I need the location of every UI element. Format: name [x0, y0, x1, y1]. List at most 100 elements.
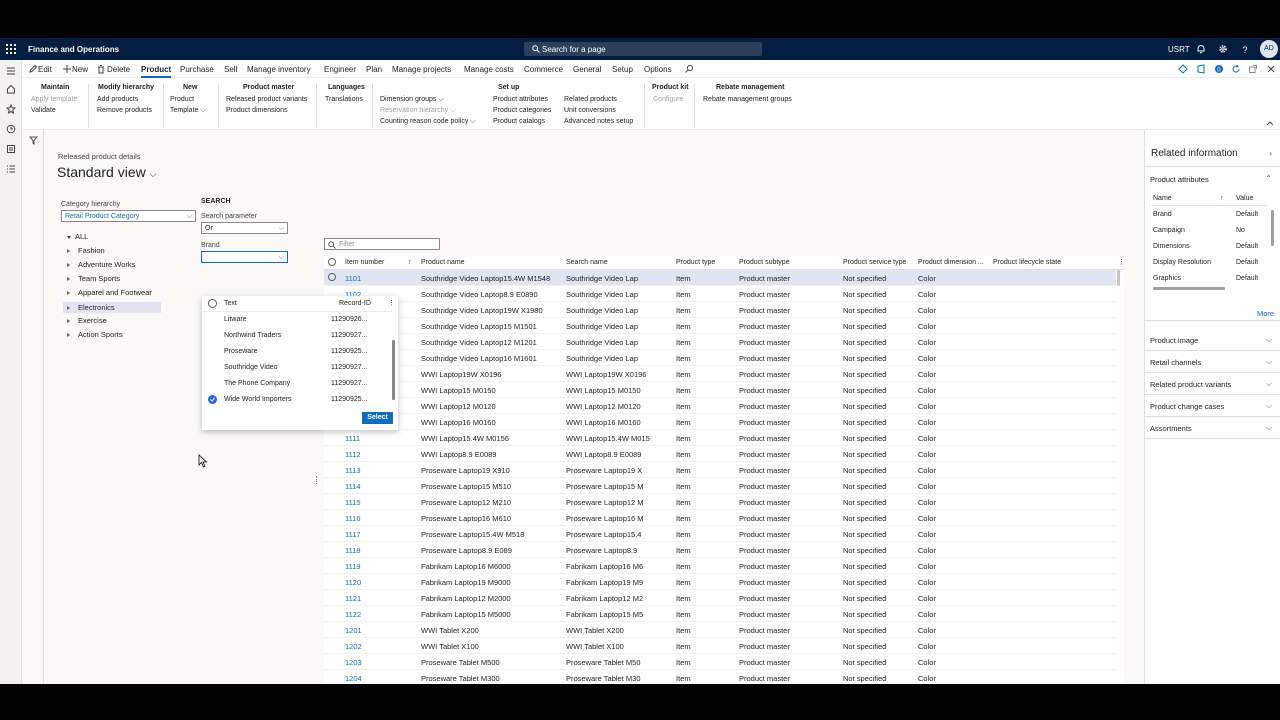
product-catalogs-button[interactable]: Product catalogs: [493, 118, 545, 125]
apply-template-button[interactable]: Apply template: [31, 96, 77, 103]
translations-button[interactable]: Translations: [325, 96, 363, 103]
factbox-related-product-variants[interactable]: Related product variants: [1150, 380, 1231, 389]
table-row[interactable]: 1108WWI Laptop15 M0150WWI Laptop15 M0150…: [324, 382, 1116, 398]
tab-purchase[interactable]: Purchase: [180, 65, 214, 74]
reservation-hierarchy-button[interactable]: Reservation hierarchy ⌵: [380, 107, 455, 115]
more-options-icon[interactable]: ⋮: [388, 299, 395, 307]
bell-icon[interactable]: [1196, 44, 1206, 54]
chevron-down-icon[interactable]: ⌵: [1266, 357, 1272, 367]
released-product-variants-button[interactable]: Released product variants: [226, 96, 307, 103]
validate-button[interactable]: Validate: [31, 107, 56, 114]
workspace-icon[interactable]: [6, 144, 16, 154]
related-products-button[interactable]: Related products: [564, 96, 617, 103]
attr-column-name[interactable]: Name: [1153, 195, 1172, 202]
page-search-box[interactable]: Search for a page: [524, 42, 762, 56]
item-number-cell[interactable]: 1204: [345, 674, 362, 683]
item-number-cell[interactable]: 1113: [345, 466, 361, 475]
tree-node-apparel-and-footwear[interactable]: Apparel and Footwear: [67, 288, 152, 297]
close-icon[interactable]: [1266, 64, 1276, 74]
chevron-down-icon[interactable]: ⌵: [1266, 401, 1272, 411]
lookup-row[interactable]: Northwind Traders 11290927...: [202, 328, 392, 344]
search-icon[interactable]: [684, 64, 694, 74]
select-all-radio[interactable]: [328, 258, 336, 266]
product-attributes-button[interactable]: Product attributes: [493, 96, 548, 103]
configure-button[interactable]: Configure: [653, 96, 683, 103]
delete-button[interactable]: Delete: [107, 65, 130, 74]
office-icon[interactable]: [1196, 64, 1206, 74]
tab-engineer[interactable]: Engineer: [324, 65, 356, 74]
column-header-record-id[interactable]: Record-ID: [339, 300, 371, 307]
item-number-cell[interactable]: 1111: [345, 434, 360, 443]
chevron-down-icon[interactable]: ⌵: [1266, 335, 1272, 345]
tab-setup[interactable]: Setup: [612, 65, 633, 74]
chevron-right-icon[interactable]: ›: [1269, 149, 1272, 158]
lookup-row[interactable]: Proseware 11290925...: [202, 344, 392, 360]
factbox-product-image[interactable]: Product image: [1150, 336, 1198, 345]
new-template-button[interactable]: Template ⌵: [170, 107, 206, 115]
table-row[interactable]: 1203 Proseware Tablet M500 Proseware Table…: [324, 654, 1116, 670]
new-product-button[interactable]: Product: [170, 96, 194, 103]
product-categories-button[interactable]: Product categories: [493, 107, 551, 114]
scrollbar[interactable]: [1153, 287, 1225, 290]
item-number-cell[interactable]: 1120: [345, 578, 361, 587]
table-row[interactable]: 1114 Proseware Laptop15 M510 Proseware Lap…: [324, 478, 1116, 494]
factbox-assortments[interactable]: Assortments: [1150, 424, 1192, 433]
table-row[interactable]: 1105Southridge Video Laptop12 M1201South…: [324, 334, 1116, 350]
table-row[interactable]: 1111 WWI Laptop15.4W M0156 WWI Laptop15.4W…: [324, 430, 1116, 446]
badge-icon[interactable]: 0: [1214, 64, 1224, 74]
select-all-radio[interactable]: [208, 299, 217, 308]
tab-manage-inventory[interactable]: Manage inventory: [247, 65, 311, 74]
item-number-cell[interactable]: 1203: [345, 658, 362, 667]
table-row[interactable]: 1104Southridge Video Laptop15 M1501South…: [324, 318, 1116, 334]
app-title[interactable]: Finance and Operations: [28, 45, 119, 54]
attr-column-value[interactable]: Value: [1236, 195, 1253, 202]
edit-button[interactable]: Edit: [38, 65, 52, 74]
star-icon[interactable]: [6, 104, 16, 114]
table-row-selected[interactable]: 1101 Southridge Video Laptop15.4W M1548 So…: [324, 270, 1116, 286]
tab-commerce[interactable]: Commerce: [524, 65, 563, 74]
item-number-cell[interactable]: 1121: [345, 594, 361, 603]
table-row[interactable]: 1202 WWI Tablet X100 WWI Tablet X100 Item Pr…: [324, 638, 1116, 654]
diamond-icon[interactable]: [1178, 64, 1188, 74]
item-number-cell[interactable]: 1115: [345, 498, 361, 507]
table-row[interactable]: 1121 Fabrikam Laptop12 M2000 Fabrikam Lapt…: [324, 590, 1116, 606]
refresh-icon[interactable]: [1231, 64, 1241, 74]
table-row[interactable]: 1102 Southridge Video Laptop8.9 E0890 Sout…: [324, 286, 1116, 302]
product-attributes-header[interactable]: Product attributes: [1150, 175, 1209, 184]
app-launcher-icon[interactable]: [6, 44, 16, 54]
table-row[interactable]: 1109WWI Laptop12 M0120WWI Laptop12 M0120…: [324, 398, 1116, 414]
tab-plan[interactable]: Plan: [366, 65, 382, 74]
table-row[interactable]: 1107WWI Laptop19W X0196WWI Laptop19W X01…: [324, 366, 1116, 382]
tab-sell[interactable]: Sell: [224, 65, 237, 74]
view-selector[interactable]: Standard view ⌵: [57, 164, 156, 180]
factbox-retail-channels[interactable]: Retail channels: [1150, 358, 1201, 367]
lookup-row[interactable]: The Phone Company 11290927...: [202, 376, 392, 392]
table-row[interactable]: 1116 Proseware Laptop16 M610 Proseware Lap…: [324, 510, 1116, 526]
tab-manage-projects[interactable]: Manage projects: [392, 65, 451, 74]
brand-select[interactable]: ⌵: [201, 251, 288, 263]
table-row[interactable]: 1112 WWI Laptop8.9 E0089 WWI Laptop8.9 E00…: [324, 446, 1116, 462]
lookup-row[interactable]: Southridge Video 11290927...: [202, 360, 392, 376]
advanced-notes-setup-button[interactable]: Advanced notes setup: [564, 118, 633, 125]
remove-products-button[interactable]: Remove products: [97, 107, 152, 114]
tree-node-exercise[interactable]: Exercise: [67, 316, 107, 325]
table-row[interactable]: 1122 Fabrikam Laptop15 M5000 Fabrikam Lapt…: [324, 606, 1116, 622]
checkmark-icon[interactable]: [208, 395, 217, 404]
tree-node-electronics[interactable]: Electronics: [63, 302, 161, 313]
add-products-button[interactable]: Add products: [97, 96, 138, 103]
table-row[interactable]: 1119 Fabrikam Laptop16 M6000 Fabrikam Lapt…: [324, 558, 1116, 574]
tab-general[interactable]: General: [573, 65, 601, 74]
search-parameter-select[interactable]: Or ⌵: [201, 222, 288, 234]
filter-icon[interactable]: [29, 136, 38, 145]
item-number-cell[interactable]: 1112: [345, 450, 361, 459]
item-number-cell[interactable]: 1118: [345, 546, 361, 555]
row-select-radio[interactable]: [328, 273, 336, 281]
tree-node-all[interactable]: ALL: [67, 232, 88, 241]
product-dimensions-button[interactable]: Product dimensions: [226, 107, 287, 114]
chevron-down-icon[interactable]: ⌵: [1266, 423, 1272, 433]
help-icon[interactable]: ?: [1240, 44, 1250, 54]
item-number-cell[interactable]: 1201: [345, 626, 362, 635]
table-row[interactable]: 1103Southridge Video Laptop19W X1980Sout…: [324, 302, 1116, 318]
open-new-window-icon[interactable]: [1248, 64, 1258, 74]
item-number-cell[interactable]: 1119: [345, 562, 361, 571]
